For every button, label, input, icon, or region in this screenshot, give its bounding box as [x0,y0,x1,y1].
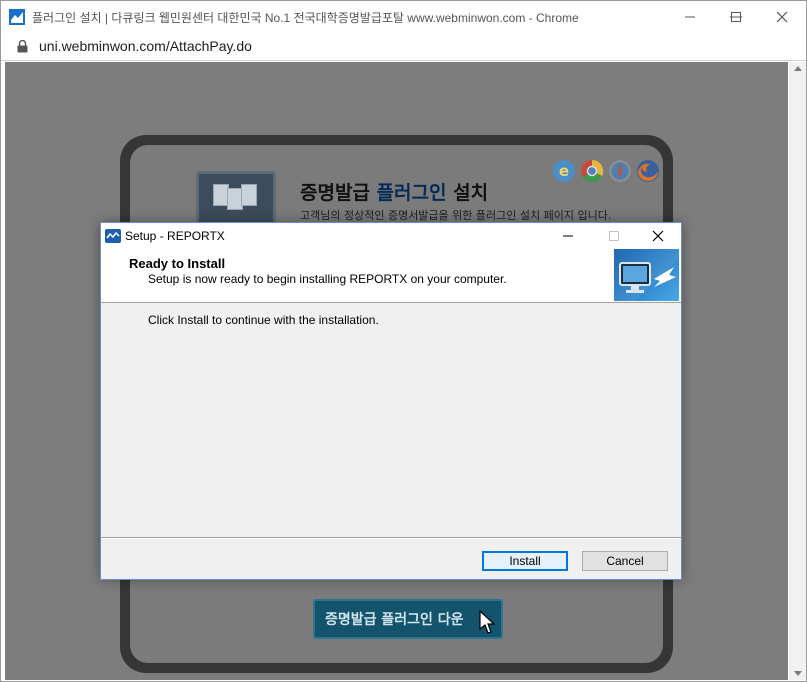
setup-instruction-text: Click Install to continue with the insta… [148,313,379,327]
browser-close-button[interactable] [759,1,805,33]
minimize-icon [685,16,695,18]
chrome-icon [581,159,604,182]
svg-text:e: e [559,162,569,180]
browser-maximize-button[interactable] [713,1,759,33]
site-favicon-icon [9,9,25,25]
setup-app-icon [105,229,121,243]
scroll-down-arrow-icon[interactable] [794,671,802,676]
minimize-icon [563,235,573,237]
lock-icon [17,40,28,53]
page-title: 증명발급 플러그인 설치 [300,182,489,204]
install-button[interactable]: Install [482,551,568,571]
setup-banner-image [614,249,679,301]
setup-maximize-button [591,223,637,249]
setup-step-title: Ready to Install [129,256,226,271]
close-icon [652,230,664,242]
cancel-button-label: Cancel [606,554,644,568]
internet-explorer-icon: e [553,160,575,182]
scroll-up-arrow-icon[interactable] [794,66,802,71]
supported-browsers: e [552,159,660,183]
plugin-download-button[interactable]: 증명발급 플러그인 다운 [313,599,503,639]
maximize-icon [609,231,619,241]
setup-footer-divider [101,537,681,539]
setup-dialog-header: Ready to Install Setup is now ready to b… [101,249,681,303]
browser-minimize-button[interactable] [667,1,713,33]
close-icon [776,11,788,23]
setup-dialog-titlebar[interactable]: Setup - REPORTX [101,223,681,249]
browser-title: 플러그인 설치 | 다큐링크 웹민원센터 대한민국 No.1 전국대학증명발급포… [32,11,579,25]
vertical-scrollbar[interactable] [789,62,806,680]
computer-install-icon [614,249,679,301]
setup-step-subtitle: Setup is now ready to begin installing R… [148,272,507,286]
setup-close-button[interactable] [635,223,681,249]
url-text[interactable]: uni.webminwon.com/AttachPay.do [39,38,252,54]
cursor-pointer-icon [479,609,496,634]
setup-minimize-button[interactable] [545,223,591,249]
setup-dialog: Setup - REPORTX Ready to Install Setup i… [100,222,682,580]
address-bar[interactable]: uni.webminwon.com/AttachPay.do [1,33,806,61]
setup-dialog-title: Setup - REPORTX [125,229,225,243]
cancel-button[interactable]: Cancel [582,551,668,571]
page-description: 고객님의 정상적인 증명서발급을 위한 플러그인 설치 페이지 입니다. [300,209,612,222]
install-button-label: Install [509,554,541,568]
monitor-documents-icon [196,171,276,229]
maximize-icon [731,12,741,22]
firefox-icon [637,160,659,182]
plugin-download-label: 증명발급 플러그인 다운 [325,612,464,628]
safari-icon [609,160,631,182]
